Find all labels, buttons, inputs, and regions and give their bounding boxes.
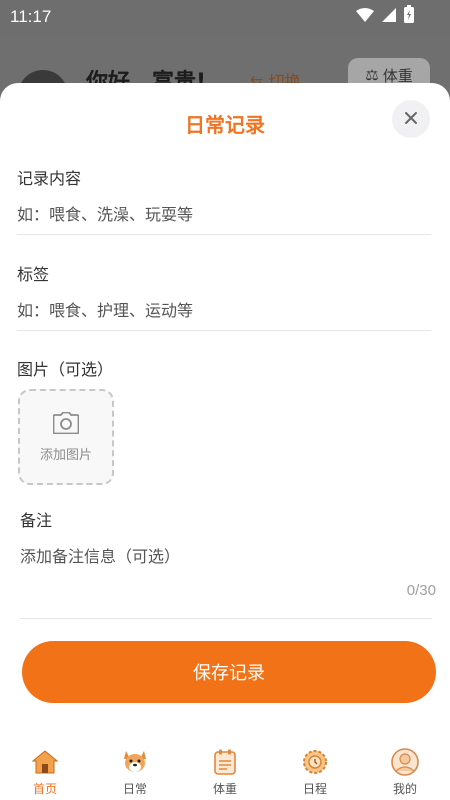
status-time: 11:17	[10, 7, 52, 26]
nav-label-daily: 日常	[122, 782, 147, 796]
house-icon	[30, 747, 60, 777]
wifi-icon	[356, 7, 374, 26]
bottom-nav: 首页 日常 体重 日程 我的	[0, 733, 450, 800]
nav-item-mine[interactable]: 我的	[360, 733, 450, 800]
nav-item-daily[interactable]: 日常	[90, 733, 180, 800]
nav-label-home: 首页	[32, 782, 57, 796]
profile-icon	[390, 747, 420, 777]
nav-label-mine: 我的	[392, 782, 417, 796]
battery-icon	[404, 5, 414, 27]
nav-item-home[interactable]: 首页	[0, 733, 90, 800]
status-icons	[356, 5, 414, 27]
content-label: 记录内容	[17, 169, 82, 188]
scale-icon: ⚖	[365, 66, 379, 84]
add-image-label: 添加图片	[39, 447, 92, 463]
tag-input[interactable]	[17, 291, 431, 331]
add-image-button[interactable]: 添加图片	[18, 389, 114, 485]
status-bar: 11:17	[0, 0, 450, 36]
nav-label-schedule: 日程	[302, 782, 327, 796]
calendar-icon	[300, 747, 330, 777]
signal-icon	[382, 7, 396, 26]
note-label: 备注	[20, 511, 53, 530]
content-input[interactable]	[17, 195, 431, 235]
nav-item-weight[interactable]: 体重	[180, 733, 270, 800]
close-button[interactable]	[392, 100, 430, 138]
dog-icon	[120, 747, 150, 777]
note-input[interactable]	[20, 543, 432, 619]
char-count: 0/30	[406, 582, 436, 599]
close-icon	[404, 110, 418, 129]
image-label: 图片（可选）	[17, 360, 114, 379]
save-record-button[interactable]: 保存记录	[22, 641, 436, 703]
daily-record-sheet: 日常记录 记录内容 标签 图片（可选） 添加图片 备注 0/30 保存记录	[0, 83, 450, 733]
camera-icon	[52, 411, 80, 438]
nav-item-schedule[interactable]: 日程	[270, 733, 360, 800]
scale-icon	[210, 747, 240, 777]
tag-label: 标签	[17, 265, 50, 284]
nav-label-weight: 体重	[212, 782, 237, 796]
sheet-title: 日常记录	[185, 113, 265, 137]
